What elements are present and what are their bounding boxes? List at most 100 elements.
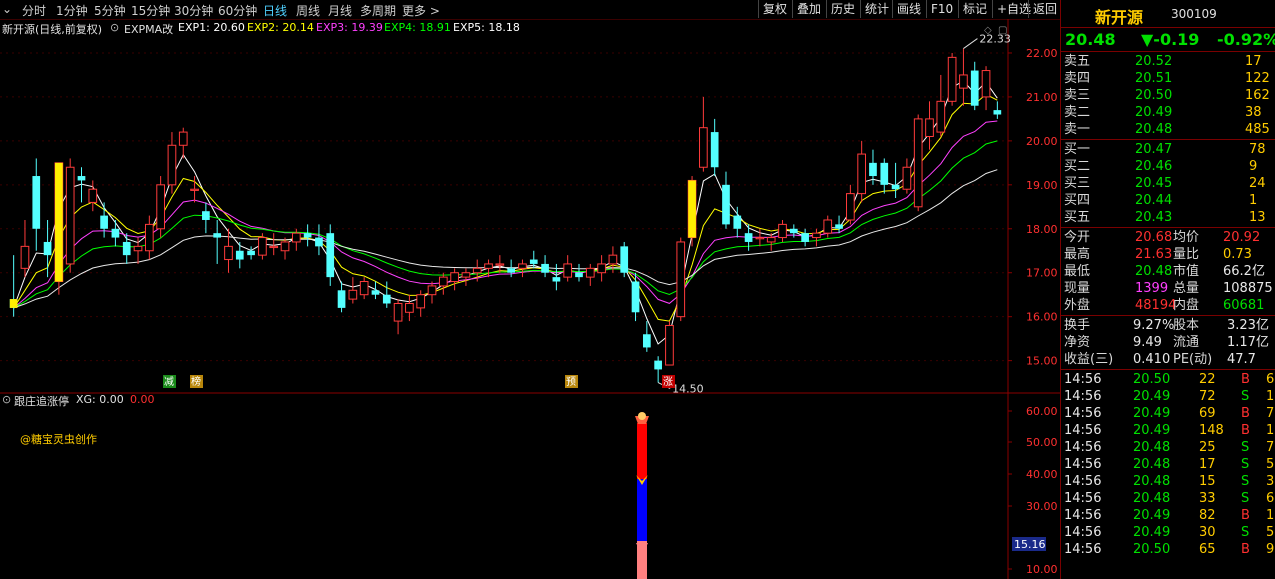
tick-price: 20.49: [1133, 423, 1171, 438]
tick-price: 20.50: [1133, 542, 1171, 557]
bid-label: 买二: [1064, 159, 1091, 174]
stat-value: 3.23亿: [1227, 318, 1269, 333]
stat-row: 现量 1399 总量 108875: [1061, 280, 1275, 297]
signal-badge: 减: [163, 375, 176, 388]
tick-volume: 148: [1199, 423, 1224, 438]
kline-chart[interactable]: 22.00 21.00 20.00 19.00 18.00 17.00 16.00 15.00…: [0, 19, 1060, 579]
tab-60min[interactable]: 60分钟: [218, 2, 257, 19]
tick-time: 14:56: [1064, 491, 1102, 506]
ask-label: 卖二: [1064, 105, 1091, 120]
stat-row: 换手 9.27% 股本 3.23亿: [1061, 317, 1275, 334]
quote-panel: 新开源 300109 20.48 ▼-0.19 -0.92% 卖五 20.52 17…: [1060, 0, 1275, 579]
candle: [710, 118, 719, 177]
tick-time: 14:56: [1064, 406, 1102, 421]
signal-badge: 涨: [662, 375, 675, 388]
ask-label: 卖三: [1064, 88, 1091, 103]
stat-label: 现量: [1064, 281, 1091, 296]
adjust-button[interactable]: 复权: [758, 0, 791, 18]
mark-button[interactable]: 标记: [958, 0, 991, 18]
candle: [970, 61, 979, 111]
period-toolbar: ⌄ 分时 1分钟 5分钟 15分钟 30分钟 60分钟 日线 周线 月线 多周期…: [0, 0, 1060, 20]
tab-1min[interactable]: 1分钟: [56, 2, 88, 19]
statistics-button[interactable]: 统计: [860, 0, 893, 18]
candle: [891, 162, 900, 199]
stat-value: 20.92: [1223, 230, 1261, 245]
candle: [382, 281, 391, 308]
stat-row: 净资 9.49 流通 1.17亿: [1061, 334, 1275, 351]
tick-volume: 22: [1199, 372, 1216, 387]
tab-multi-period[interactable]: 多周期: [360, 2, 396, 19]
candle: [722, 171, 730, 229]
tick-time: 14:56: [1064, 440, 1102, 455]
tab-5min[interactable]: 5分钟: [94, 2, 126, 19]
price-tick-label: 22.00: [1026, 47, 1058, 60]
tick-row: 14:56 20.49 72 S 12: [1061, 388, 1275, 405]
bid-label: 买三: [1064, 176, 1091, 191]
tick-time: 14:56: [1064, 525, 1102, 540]
tab-monthly[interactable]: 月线: [328, 2, 352, 19]
ask-row: 卖一 20.48 485: [1061, 121, 1275, 138]
candle: [315, 224, 323, 256]
limit-up-bar: [9, 299, 18, 308]
ask-volume: 17: [1245, 54, 1262, 69]
stat-value: 48194: [1135, 298, 1177, 313]
tick-count: 5: [1266, 525, 1275, 540]
history-button[interactable]: 历史: [826, 0, 859, 18]
tick-price: 20.48: [1133, 474, 1171, 489]
candle: [269, 233, 279, 256]
overlay-button[interactable]: 叠加: [792, 0, 825, 18]
tick-row: 14:56 20.48 17 S 5: [1061, 456, 1275, 473]
tab-more[interactable]: 更多 >: [402, 2, 440, 19]
back-button[interactable]: 返回: [1028, 0, 1061, 18]
candle: [326, 224, 335, 286]
candle: [733, 206, 742, 238]
tick-price: 20.49: [1133, 406, 1171, 421]
sub-tick-label: 30.00: [1026, 500, 1058, 513]
chart-corner-icon: ◇: [984, 25, 992, 36]
bid-row: 买二 20.46 9: [1061, 158, 1275, 175]
stat-label: 均价: [1173, 230, 1200, 245]
ask-row: 卖二 20.49 38: [1061, 104, 1275, 121]
candle: [280, 237, 290, 260]
f10-button[interactable]: F10: [926, 0, 957, 18]
sub-indicator-title[interactable]: 跟庄追涨停: [14, 393, 69, 409]
candle: [857, 140, 867, 203]
stat-label: 量比: [1173, 247, 1200, 262]
draw-line-button[interactable]: 画线: [892, 0, 925, 18]
ask-price: 20.52: [1135, 54, 1173, 69]
tick-volume: 25: [1199, 440, 1216, 455]
ask-row: 卖三 20.50 162: [1061, 87, 1275, 104]
xg-value: XG: 0.00: [76, 393, 124, 406]
candle: [981, 66, 991, 111]
stat-row: 最高 21.63 量比 0.73: [1061, 246, 1275, 263]
percent-change: -0.92%: [1217, 30, 1275, 49]
candle: [32, 158, 41, 251]
tick-price: 20.49: [1133, 389, 1171, 404]
sub-tick-label: 40.00: [1026, 468, 1058, 481]
ask-volume: 485: [1245, 122, 1270, 137]
bid-volume: 78: [1249, 142, 1266, 157]
tab-30min[interactable]: 30分钟: [174, 2, 213, 19]
candle: [122, 233, 131, 264]
stat-value: 9.49: [1133, 335, 1162, 350]
collapse-icon[interactable]: ⌄: [2, 2, 12, 16]
tick-count: 11: [1266, 508, 1275, 523]
tab-15min[interactable]: 15分钟: [131, 2, 170, 19]
candle: [416, 290, 426, 317]
tick-count: 10: [1266, 423, 1275, 438]
candle: [144, 215, 154, 260]
tab-timeshare[interactable]: 分时: [22, 2, 46, 19]
bid-price: 20.44: [1135, 193, 1173, 208]
candle: [405, 294, 414, 322]
stat-label: 净资: [1064, 335, 1091, 350]
tick-row: 14:56 20.48 25 S 7: [1061, 439, 1275, 456]
tick-time: 14:56: [1064, 389, 1102, 404]
tick-time: 14:56: [1064, 542, 1102, 557]
bid-row: 买四 20.44 1: [1061, 192, 1275, 209]
tab-daily[interactable]: 日线: [263, 2, 287, 19]
tab-weekly[interactable]: 周线: [296, 2, 320, 19]
sub-indicator-toggle-icon[interactable]: ⊙: [2, 393, 11, 406]
candle: [20, 219, 30, 278]
price-tick-label: 15.00: [1026, 355, 1058, 368]
stat-value: 20.68: [1135, 230, 1173, 245]
